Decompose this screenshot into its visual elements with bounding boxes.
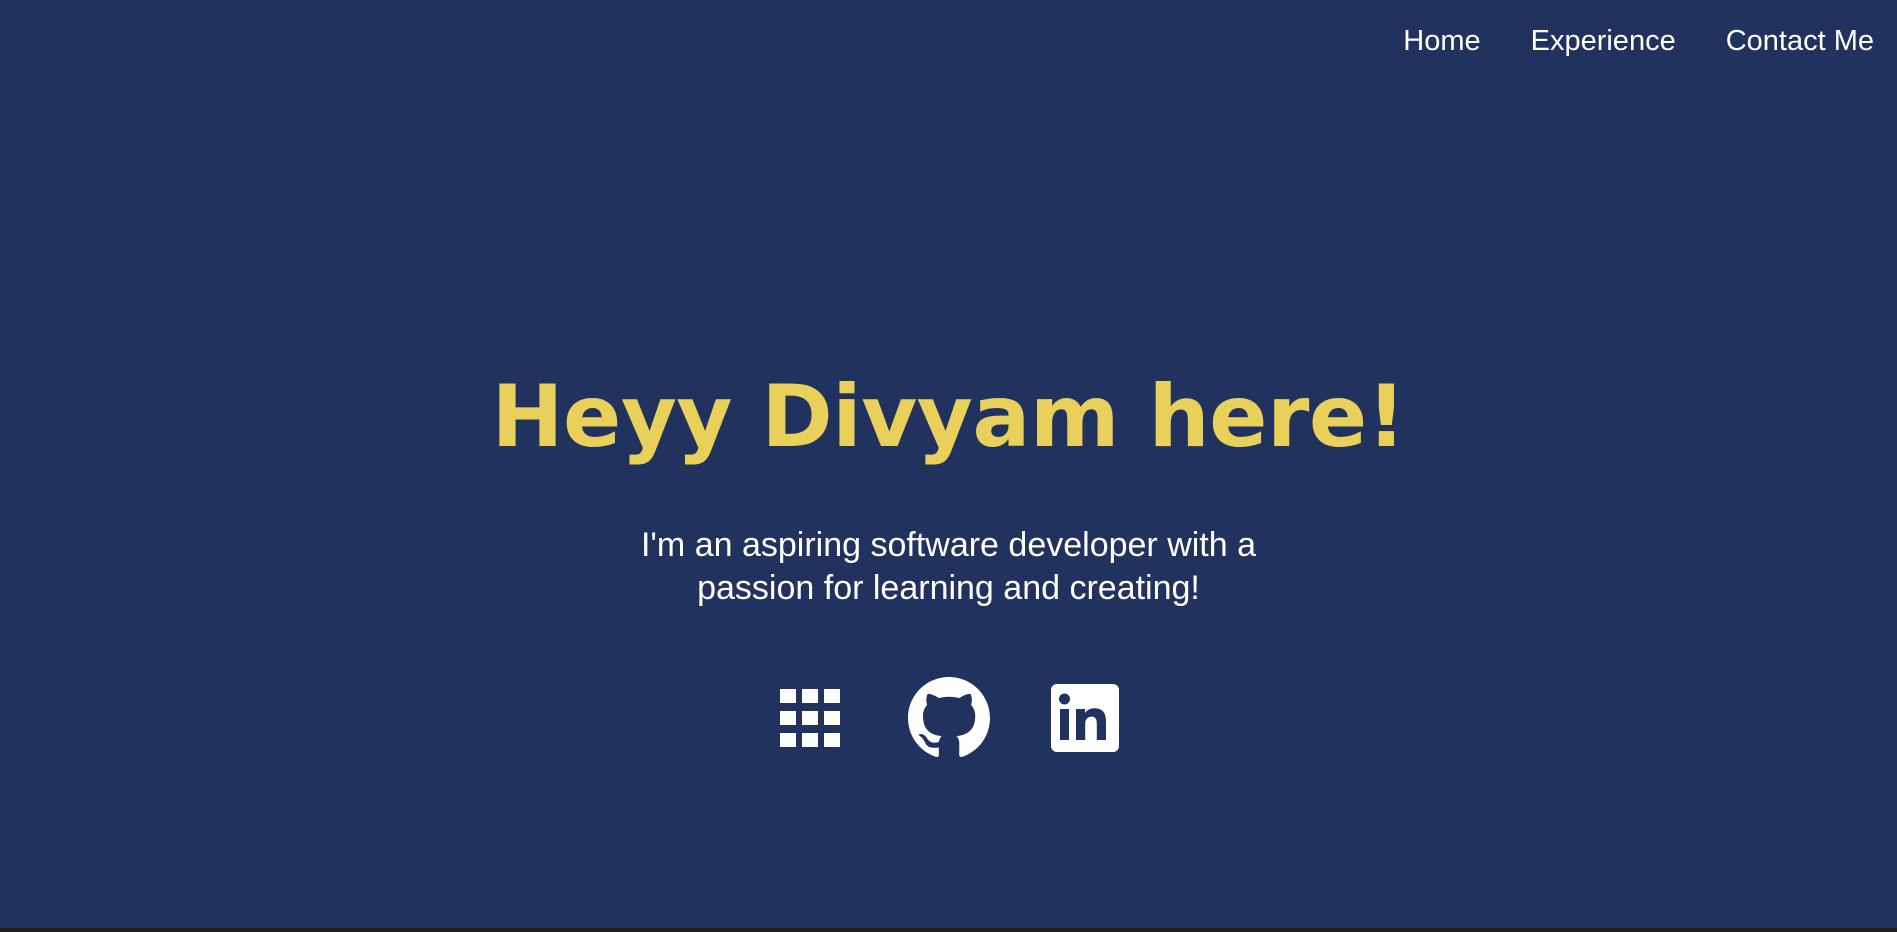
- bottom-strip: [0, 928, 1897, 932]
- apps-grid-icon: [779, 689, 840, 747]
- hero-title: Heyy Divyam here!: [491, 367, 1406, 467]
- github-icon: [907, 677, 990, 757]
- hero-subtitle: I'm an aspiring software developer with …: [640, 526, 1257, 607]
- social-links: [0, 676, 1897, 760]
- hero-section: Heyy Divyam here! I'm an aspiring softwa…: [0, 0, 1897, 928]
- apps-link[interactable]: [779, 687, 841, 749]
- linkedin-link[interactable]: [1050, 684, 1119, 752]
- linkedin-icon: [1050, 684, 1119, 752]
- github-link[interactable]: [907, 677, 990, 759]
- page: Home Experience Contact Me Heyy Divyam h…: [0, 0, 1897, 928]
